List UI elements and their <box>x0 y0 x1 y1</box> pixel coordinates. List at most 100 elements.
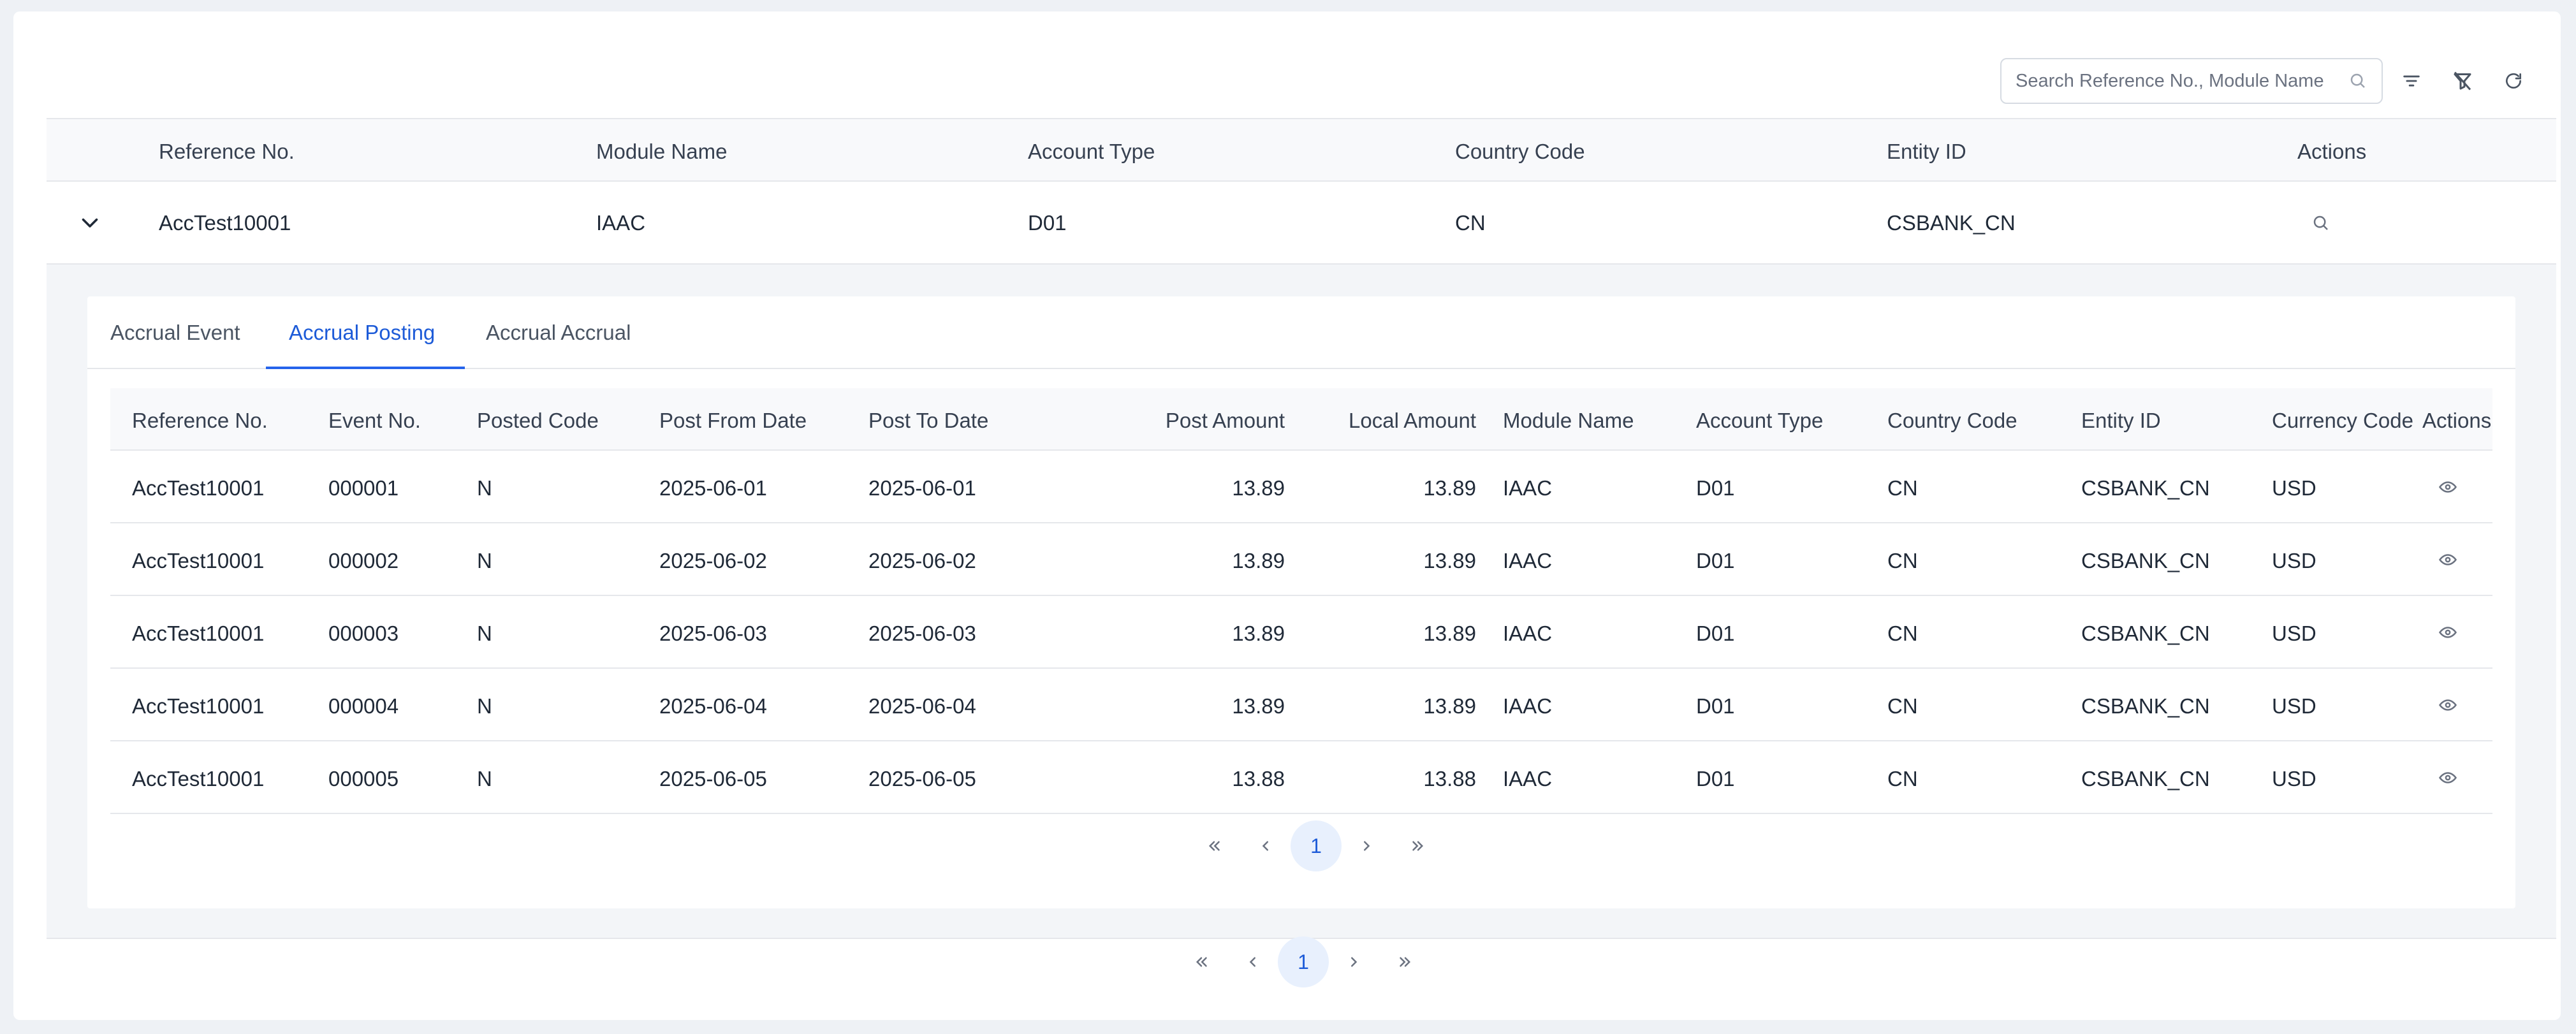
column-header[interactable]: Country Code <box>1455 140 1585 164</box>
post-from-date-cell: 2025-06-01 <box>659 476 767 500</box>
tab-bar: Accrual Event Accrual Posting Accrual Ac… <box>87 296 2515 369</box>
posted-code-cell: N <box>477 694 492 718</box>
chevron-down-icon[interactable] <box>78 211 101 237</box>
posted-code-cell: N <box>477 549 492 572</box>
post-to-date-cell: 2025-06-05 <box>868 767 976 790</box>
post-to-date-cell: 2025-06-04 <box>868 694 976 718</box>
entity-id-cell: CSBANK_CN <box>2081 476 2210 500</box>
module-name-cell: IAAC <box>1503 549 1553 572</box>
column-header[interactable]: Account Type <box>1696 409 1823 433</box>
entity-id-cell: CSBANK_CN <box>2081 767 2210 790</box>
country-code-cell: CN <box>1887 694 1918 718</box>
event-no-cell: 000004 <box>328 694 399 718</box>
posted-code-cell: N <box>477 622 492 645</box>
inner-table-header: Reference No. Event No. Posted Code Post… <box>110 388 2492 451</box>
entity-id-cell: CSBANK_CN <box>2081 622 2210 645</box>
first-page-icon[interactable] <box>1176 936 1227 987</box>
eye-icon[interactable] <box>2438 477 2457 500</box>
eye-icon[interactable] <box>2438 623 2457 645</box>
prev-page-icon[interactable] <box>1240 820 1291 871</box>
country-code-cell: CN <box>1887 767 1918 790</box>
main-card: Search Reference No., Module Name Refere… <box>13 11 2561 1020</box>
last-page-icon[interactable] <box>1380 936 1431 987</box>
search-input[interactable]: Search Reference No., Module Name <box>2000 58 2383 104</box>
country-code-cell: CN <box>1455 211 1486 235</box>
table-row: AccTest10001 000003 N 2025-06-03 2025-06… <box>110 596 2492 669</box>
column-header[interactable]: Entity ID <box>1887 140 1966 164</box>
currency-code-cell: USD <box>2272 694 2316 718</box>
currency-code-cell: USD <box>2272 767 2316 790</box>
column-header[interactable]: Reference No. <box>132 409 268 433</box>
table-row: AccTest10001 000005 N 2025-06-05 2025-06… <box>110 741 2492 814</box>
local-amount-cell: 13.89 <box>1423 476 1476 500</box>
account-type-cell: D01 <box>1696 694 1735 718</box>
eye-icon[interactable] <box>2438 695 2457 718</box>
column-header[interactable]: Module Name <box>1503 409 1634 433</box>
tab-accrual-event[interactable]: Accrual Event <box>110 321 240 345</box>
filter-icon[interactable] <box>2399 68 2424 94</box>
page-number-button[interactable]: 1 <box>1291 820 1342 871</box>
page-number-button[interactable]: 1 <box>1278 936 1329 987</box>
column-header[interactable]: Posted Code <box>477 409 599 433</box>
column-header: Actions <box>2422 409 2492 432</box>
active-tab-indicator <box>266 367 465 369</box>
column-header[interactable]: Local Amount <box>1245 409 1476 433</box>
reference-no-cell: AccTest10001 <box>132 476 265 500</box>
event-no-cell: 000005 <box>328 767 399 790</box>
reference-no-cell: AccTest10001 <box>132 549 265 572</box>
currency-code-cell: USD <box>2272 476 2316 500</box>
search-icon <box>2350 73 2365 88</box>
module-name-cell: IAAC <box>1503 694 1553 718</box>
table-row: AccTest10001 000004 N 2025-06-04 2025-06… <box>110 669 2492 741</box>
reference-no-cell: AccTest10001 <box>132 622 265 645</box>
outer-table-header: Reference No. Module Name Account Type C… <box>47 118 2556 182</box>
post-from-date-cell: 2025-06-03 <box>659 622 767 645</box>
post-to-date-cell: 2025-06-01 <box>868 476 976 500</box>
clear-filter-icon[interactable] <box>2450 68 2475 94</box>
entity-id-cell: CSBANK_CN <box>2081 549 2210 572</box>
post-from-date-cell: 2025-06-02 <box>659 549 767 572</box>
column-header[interactable]: Country Code <box>1887 409 2017 433</box>
account-type-cell: D01 <box>1696 622 1735 645</box>
reference-no-cell: AccTest10001 <box>159 211 291 235</box>
column-header[interactable]: Entity ID <box>2081 409 2161 433</box>
column-header[interactable]: Currency Code <box>2272 409 2413 433</box>
country-code-cell: CN <box>1887 549 1918 572</box>
column-header[interactable]: Module Name <box>596 140 727 164</box>
local-amount-cell: 13.89 <box>1423 549 1476 572</box>
column-header[interactable]: Reference No. <box>159 140 295 164</box>
module-name-cell: IAAC <box>1503 622 1553 645</box>
tab-accrual-posting[interactable]: Accrual Posting <box>289 321 435 345</box>
entity-id-cell: CSBANK_CN <box>2081 694 2210 718</box>
local-amount-cell: 13.89 <box>1423 622 1476 645</box>
inner-pagination: 1 <box>1189 820 1444 871</box>
post-to-date-cell: 2025-06-02 <box>868 549 976 572</box>
eye-icon[interactable] <box>2438 768 2457 790</box>
post-to-date-cell: 2025-06-03 <box>868 622 976 645</box>
event-no-cell: 000002 <box>328 549 399 572</box>
column-header[interactable]: Event No. <box>328 409 421 433</box>
column-header[interactable]: Account Type <box>1028 140 1155 164</box>
post-from-date-cell: 2025-06-04 <box>659 694 767 718</box>
last-page-icon[interactable] <box>1393 820 1444 871</box>
reference-no-cell: AccTest10001 <box>132 767 265 790</box>
prev-page-icon[interactable] <box>1227 936 1278 987</box>
column-header[interactable]: Post From Date <box>659 409 807 433</box>
country-code-cell: CN <box>1887 622 1918 645</box>
tab-accrual-accrual[interactable]: Accrual Accrual <box>486 321 631 345</box>
eye-icon[interactable] <box>2438 550 2457 572</box>
event-no-cell: 000003 <box>328 622 399 645</box>
reference-no-cell: AccTest10001 <box>132 694 265 718</box>
account-type-cell: D01 <box>1696 767 1735 790</box>
refresh-icon[interactable] <box>2501 68 2526 94</box>
column-header[interactable]: Post To Date <box>868 409 988 433</box>
entity-id-cell: CSBANK_CN <box>1887 211 2016 235</box>
search-placeholder: Search Reference No., Module Name <box>2016 70 2324 91</box>
search-icon[interactable] <box>2311 214 2331 236</box>
first-page-icon[interactable] <box>1189 820 1240 871</box>
table-row[interactable]: AccTest10001 IAAC D01 CN CSBANK_CN <box>47 182 2556 265</box>
post-from-date-cell: 2025-06-05 <box>659 767 767 790</box>
next-page-icon[interactable] <box>1329 936 1380 987</box>
next-page-icon[interactable] <box>1342 820 1393 871</box>
currency-code-cell: USD <box>2272 622 2316 645</box>
